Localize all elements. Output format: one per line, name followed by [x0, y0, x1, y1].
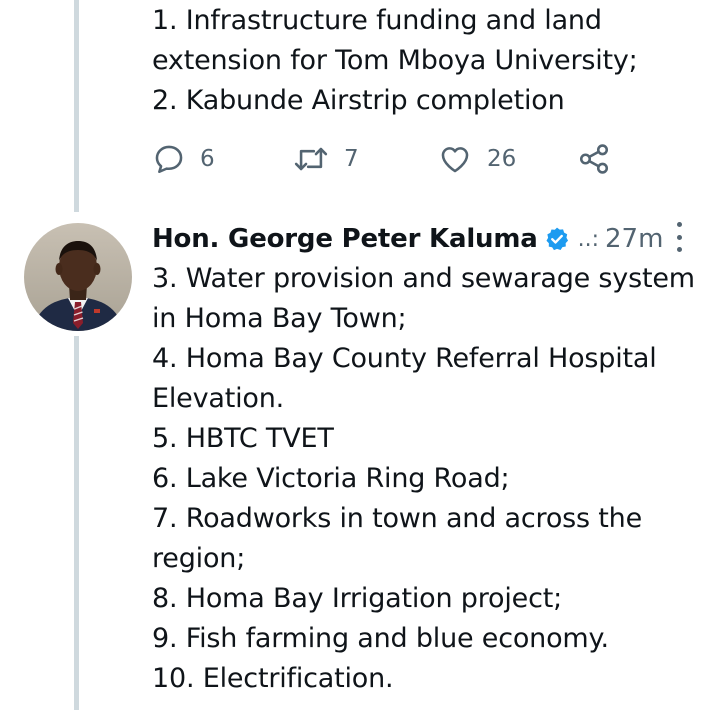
more-dot	[676, 222, 682, 227]
tweet-header: Hon. George Peter Kaluma ..: 27m	[152, 219, 692, 259]
reply-icon	[152, 142, 186, 176]
share-icon	[577, 142, 611, 176]
verified-badge-icon	[544, 226, 570, 252]
tweet-timestamp[interactable]: 27m	[605, 224, 663, 254]
more-dot	[676, 234, 682, 240]
author-handle-truncated[interactable]: ..:	[578, 227, 599, 252]
retweet-count: 7	[344, 146, 359, 172]
tweet-text: 1. Infrastructure funding and land exten…	[152, 5, 638, 116]
retweet-icon	[292, 142, 330, 176]
share-button[interactable]	[577, 139, 611, 179]
reply-count: 6	[200, 146, 215, 172]
tweet-action-bar: 6 7 26	[152, 139, 622, 179]
more-dot	[676, 247, 682, 252]
like-count: 26	[487, 146, 517, 172]
like-button[interactable]: 26	[437, 139, 516, 179]
heart-icon	[437, 142, 473, 176]
retweet-button[interactable]: 7	[292, 139, 359, 179]
author-display-name[interactable]: Hon. George Peter Kaluma	[152, 224, 538, 254]
tweet-text: 3. Water provision and sewarage system i…	[152, 263, 695, 694]
avatar-photo	[24, 223, 132, 331]
more-options-icon[interactable]	[672, 222, 686, 252]
thread-connector-line	[74, 0, 79, 212]
avatar[interactable]	[24, 223, 132, 331]
reply-button[interactable]: 6	[152, 139, 215, 179]
tweet-thread: 1. Infrastructure funding and land exten…	[0, 0, 710, 710]
thread-connector-line	[74, 336, 79, 710]
